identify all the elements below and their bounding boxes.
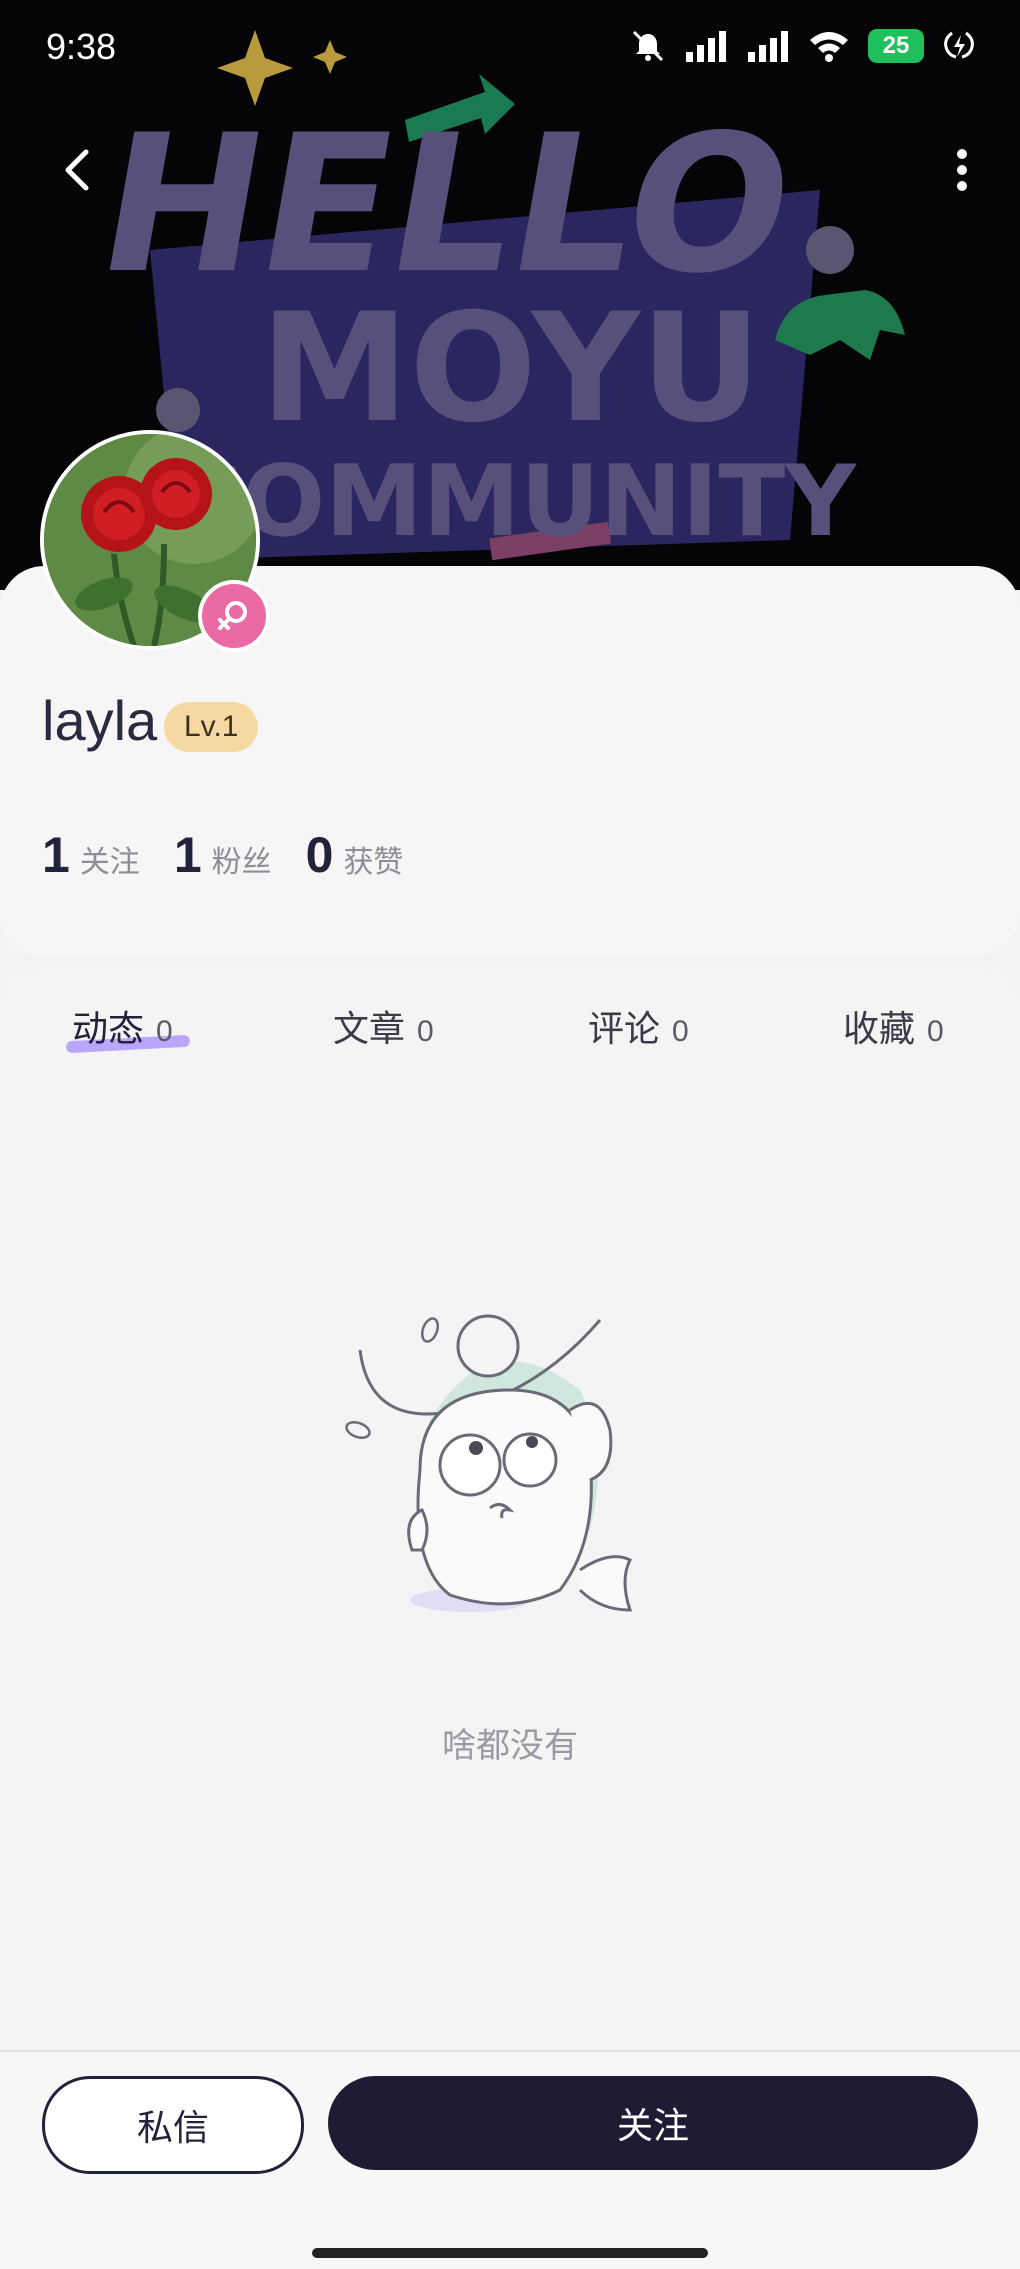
empty-state-text: 啥都没有 [442, 1726, 578, 1766]
tab-articles[interactable]: 文章 0 [333, 1000, 434, 1052]
stat-label: 获赞 [343, 845, 404, 880]
stat-likes: 0 获赞 [306, 826, 404, 884]
profile-stats: 1 关注 1 粉丝 0 获赞 [42, 826, 437, 884]
username: layla [42, 689, 158, 752]
stat-followers[interactable]: 1 粉丝 [174, 826, 272, 884]
status-time: 9:38 [46, 26, 117, 67]
gender-badge [198, 580, 270, 652]
content-tabs: 动态 0 文章 0 评论 0 收藏 0 [0, 1000, 1020, 1070]
mute-bell-icon [632, 30, 664, 62]
stat-label: 关注 [79, 845, 140, 880]
level-badge: Lv.1 [164, 702, 259, 752]
tab-count: 0 [672, 1015, 689, 1048]
tab-label: 评论 [588, 1009, 661, 1050]
tab-favorites[interactable]: 收藏 0 [843, 1000, 944, 1052]
stat-label: 粉丝 [211, 845, 272, 880]
stat-following[interactable]: 1 关注 [42, 826, 140, 884]
tab-count: 0 [417, 1015, 434, 1048]
tab-posts[interactable]: 动态 0 [72, 1000, 173, 1052]
fish-mascot-illustration [345, 1314, 633, 1612]
more-vertical-icon [957, 149, 967, 191]
tab-label: 收藏 [843, 1009, 916, 1050]
more-options-button[interactable] [920, 140, 980, 200]
wifi-icon [810, 32, 848, 62]
tab-label: 文章 [333, 1009, 406, 1050]
back-button[interactable] [50, 140, 110, 200]
status-icons: 25 [630, 28, 976, 64]
battery-indicator: 25 [868, 29, 924, 63]
banner-text-moyu: MOYU [260, 282, 762, 456]
bottom-action-bar: 私信 关注 [0, 2050, 1020, 2269]
tab-count: 0 [156, 1015, 173, 1048]
charging-icon [944, 31, 974, 59]
status-bar: 9:38 25 [0, 0, 1020, 100]
tab-count: 0 [927, 1015, 944, 1048]
empty-state-illustration [340, 1300, 660, 1640]
female-icon [218, 601, 247, 630]
tab-label: 动态 [72, 1009, 145, 1050]
stat-number: 1 [42, 827, 70, 883]
stat-number: 1 [173, 827, 202, 883]
stat-number: 0 [305, 827, 334, 883]
banner-text-community: COMMUNITY [170, 445, 857, 559]
signal-icon [686, 31, 726, 62]
chevron-left-icon [65, 149, 89, 191]
avatar-container[interactable] [40, 430, 270, 652]
message-button[interactable]: 私信 [42, 2076, 304, 2174]
tab-comments[interactable]: 评论 0 [588, 1000, 689, 1052]
follow-button[interactable]: 关注 [328, 2076, 978, 2170]
signal-icon-2 [748, 31, 788, 62]
home-indicator[interactable] [312, 2248, 708, 2258]
